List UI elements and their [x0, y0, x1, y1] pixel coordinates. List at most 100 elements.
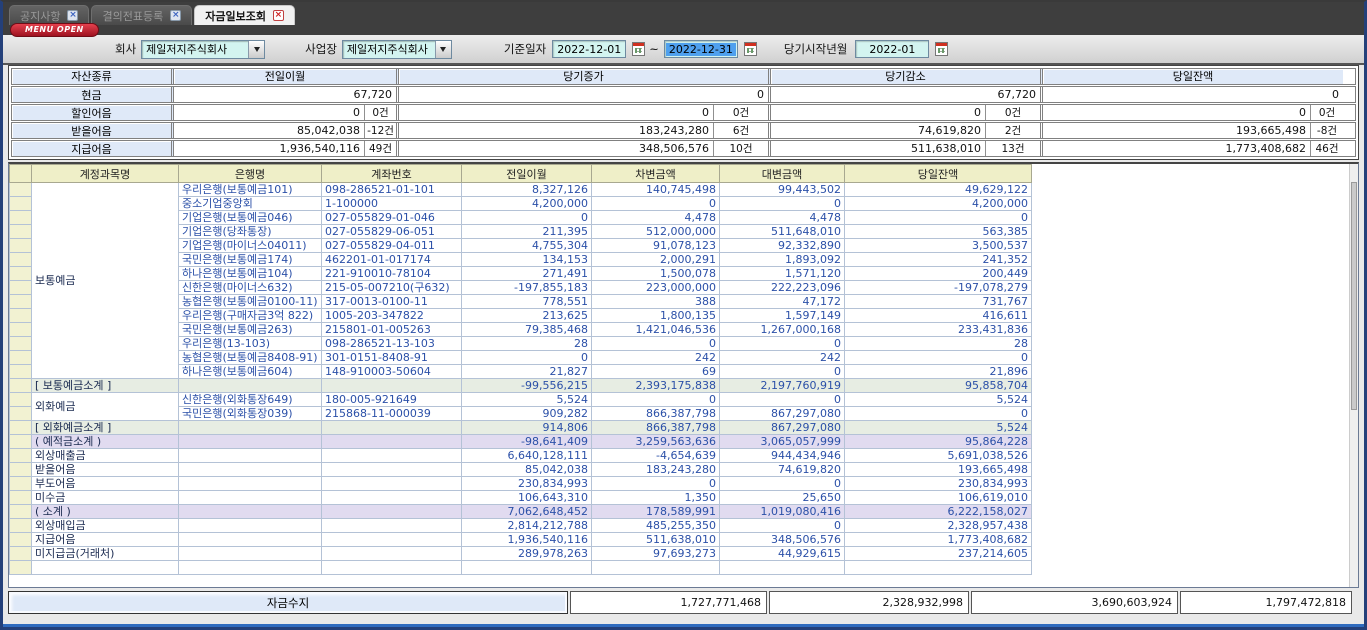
- row-header-cell[interactable]: [10, 505, 32, 519]
- amount-cell[interactable]: 47,172: [720, 295, 845, 309]
- row-header-cell[interactable]: [10, 407, 32, 421]
- bank-name-cell[interactable]: 우리은행(13-103): [179, 337, 322, 351]
- base-date-to-input[interactable]: 2022-12-31: [664, 40, 738, 58]
- tab-notice[interactable]: 공지사항×: [9, 5, 89, 25]
- amount-cell[interactable]: 271,491: [462, 267, 592, 281]
- amount-cell[interactable]: 416,611: [845, 309, 1032, 323]
- amount-cell[interactable]: 5,691,038,526: [845, 449, 1032, 463]
- amount-cell[interactable]: 511,648,010: [720, 225, 845, 239]
- amount-cell[interactable]: 0: [720, 393, 845, 407]
- amount-cell[interactable]: 28: [845, 337, 1032, 351]
- account-number-cell[interactable]: 215801-01-005263: [322, 323, 462, 337]
- amount-cell[interactable]: 4,478: [592, 211, 720, 225]
- amount-cell[interactable]: 4,478: [720, 211, 845, 225]
- amount-cell[interactable]: 0: [845, 407, 1032, 421]
- account-number-cell[interactable]: [322, 547, 462, 561]
- account-number-cell[interactable]: 301-0151-8408-91: [322, 351, 462, 365]
- chevron-down-icon[interactable]: [248, 41, 264, 58]
- row-header-cell[interactable]: [10, 449, 32, 463]
- bank-name-cell[interactable]: [179, 379, 322, 393]
- row-label-cell[interactable]: [ 외화예금소계 ]: [32, 421, 179, 435]
- account-number-cell[interactable]: 180-005-921649: [322, 393, 462, 407]
- amount-cell[interactable]: 91,078,123: [592, 239, 720, 253]
- amount-cell[interactable]: 241,352: [845, 253, 1032, 267]
- account-number-cell[interactable]: 317-0013-0100-11: [322, 295, 462, 309]
- amount-cell[interactable]: 1,421,046,536: [592, 323, 720, 337]
- amount-cell[interactable]: 140,745,498: [592, 183, 720, 197]
- amount-cell[interactable]: 0: [720, 477, 845, 491]
- calendar-icon[interactable]: [632, 42, 645, 56]
- bank-name-cell[interactable]: 농협은행(보통예금0100-11): [179, 295, 322, 309]
- account-number-cell[interactable]: [322, 463, 462, 477]
- bank-name-cell[interactable]: 국민은행(보통예금263): [179, 323, 322, 337]
- amount-cell[interactable]: 1,597,149: [720, 309, 845, 323]
- amount-cell[interactable]: 178,589,991: [592, 505, 720, 519]
- amount-cell[interactable]: 388: [592, 295, 720, 309]
- row-header-cell[interactable]: [10, 337, 32, 351]
- account-number-cell[interactable]: 215-05-007210(구632): [322, 281, 462, 295]
- category-cell[interactable]: 보통예금: [32, 183, 179, 379]
- row-label-cell[interactable]: 지급어음: [32, 533, 179, 547]
- calendar-icon[interactable]: [744, 42, 757, 56]
- amount-cell[interactable]: 348,506,576: [720, 533, 845, 547]
- account-number-cell[interactable]: 098-286521-01-101: [322, 183, 462, 197]
- amount-cell[interactable]: -99,556,215: [462, 379, 592, 393]
- amount-cell[interactable]: 289,978,263: [462, 547, 592, 561]
- amount-cell[interactable]: 0: [720, 519, 845, 533]
- bank-name-cell[interactable]: [179, 435, 322, 449]
- bank-name-cell[interactable]: [179, 491, 322, 505]
- account-number-cell[interactable]: 221-910010-78104: [322, 267, 462, 281]
- period-start-input[interactable]: 2022-01: [855, 40, 929, 58]
- bank-name-cell[interactable]: [179, 421, 322, 435]
- amount-cell[interactable]: 866,387,798: [592, 421, 720, 435]
- row-label-cell[interactable]: [32, 561, 179, 575]
- row-header-cell[interactable]: [10, 323, 32, 337]
- amount-cell[interactable]: 21,827: [462, 365, 592, 379]
- account-number-cell[interactable]: 148-910003-50604: [322, 365, 462, 379]
- amount-cell[interactable]: 6,222,158,027: [845, 505, 1032, 519]
- row-label-cell[interactable]: 부도어음: [32, 477, 179, 491]
- bank-name-cell[interactable]: 하나은행(보통예금104): [179, 267, 322, 281]
- bank-name-cell[interactable]: 농협은행(보통예금8408-91): [179, 351, 322, 365]
- row-label-cell[interactable]: 미지급금(거래처): [32, 547, 179, 561]
- amount-cell[interactable]: 0: [462, 351, 592, 365]
- row-header-cell[interactable]: [10, 491, 32, 505]
- amount-cell[interactable]: 1,350: [592, 491, 720, 505]
- amount-cell[interactable]: 230,834,993: [845, 477, 1032, 491]
- amount-cell[interactable]: 866,387,798: [592, 407, 720, 421]
- bank-name-cell[interactable]: 신한은행(마이너스632): [179, 281, 322, 295]
- account-number-cell[interactable]: [322, 477, 462, 491]
- amount-cell[interactable]: 95,864,228: [845, 435, 1032, 449]
- bank-name-cell[interactable]: [179, 477, 322, 491]
- close-icon[interactable]: ×: [67, 10, 78, 21]
- amount-cell[interactable]: 944,434,946: [720, 449, 845, 463]
- scrollbar-thumb[interactable]: [1351, 182, 1357, 410]
- bank-name-cell[interactable]: [179, 463, 322, 477]
- amount-cell[interactable]: -197,078,279: [845, 281, 1032, 295]
- bank-name-cell[interactable]: 하나은행(보통예금604): [179, 365, 322, 379]
- row-header-cell[interactable]: [10, 435, 32, 449]
- amount-cell[interactable]: 79,385,468: [462, 323, 592, 337]
- row-label-cell[interactable]: 외상매출금: [32, 449, 179, 463]
- amount-cell[interactable]: 2,393,175,838: [592, 379, 720, 393]
- row-header-cell[interactable]: [10, 351, 32, 365]
- amount-cell[interactable]: 85,042,038: [462, 463, 592, 477]
- close-icon[interactable]: ×: [170, 10, 181, 21]
- account-number-cell[interactable]: [322, 519, 462, 533]
- amount-cell[interactable]: 511,638,010: [592, 533, 720, 547]
- amount-cell[interactable]: -98,641,409: [462, 435, 592, 449]
- account-number-cell[interactable]: [322, 421, 462, 435]
- amount-cell[interactable]: 914,806: [462, 421, 592, 435]
- amount-cell[interactable]: 867,297,080: [720, 421, 845, 435]
- amount-cell[interactable]: 563,385: [845, 225, 1032, 239]
- amount-cell[interactable]: 867,297,080: [720, 407, 845, 421]
- bank-name-cell[interactable]: [179, 547, 322, 561]
- row-header-cell[interactable]: [10, 379, 32, 393]
- account-number-cell[interactable]: [322, 505, 462, 519]
- account-number-cell[interactable]: 215868-11-000039: [322, 407, 462, 421]
- row-header-cell[interactable]: [10, 519, 32, 533]
- account-number-cell[interactable]: [322, 533, 462, 547]
- row-header-cell[interactable]: [10, 295, 32, 309]
- bank-name-cell[interactable]: [179, 449, 322, 463]
- amount-cell[interactable]: 7,062,648,452: [462, 505, 592, 519]
